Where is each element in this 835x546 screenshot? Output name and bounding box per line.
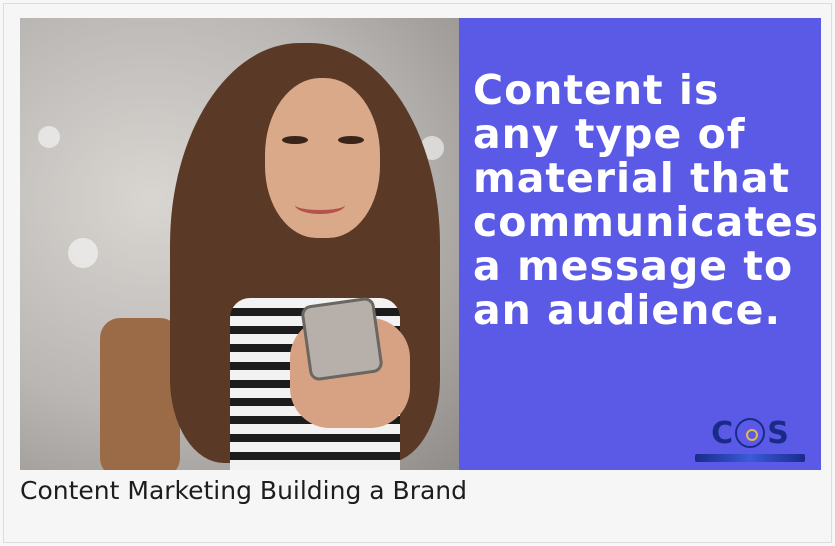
content-card: Content is any type of material that com… — [3, 3, 832, 543]
featured-media[interactable]: Content is any type of material that com… — [20, 18, 821, 470]
logo-letter-s: S — [767, 415, 789, 451]
face-shape — [265, 78, 380, 238]
bokeh-light — [38, 126, 60, 148]
bag-strap — [100, 318, 180, 470]
quote-text: Content is any type of material that com… — [473, 66, 820, 334]
logo-letter-c: C — [711, 415, 734, 451]
logo-tagline — [695, 454, 805, 462]
cos-logo-icon: C S — [695, 414, 805, 466]
logo-letters: C S — [695, 414, 805, 452]
woman-with-phone-photo — [20, 18, 459, 470]
logo-mark-icon — [735, 418, 766, 448]
smile — [295, 196, 345, 214]
left-eye — [282, 136, 308, 144]
card-title[interactable]: Content Marketing Building a Brand — [20, 476, 467, 505]
right-eye — [338, 136, 364, 144]
quote-panel: Content is any type of material that com… — [459, 18, 821, 470]
smartphone — [300, 296, 384, 382]
bokeh-light — [68, 238, 98, 268]
